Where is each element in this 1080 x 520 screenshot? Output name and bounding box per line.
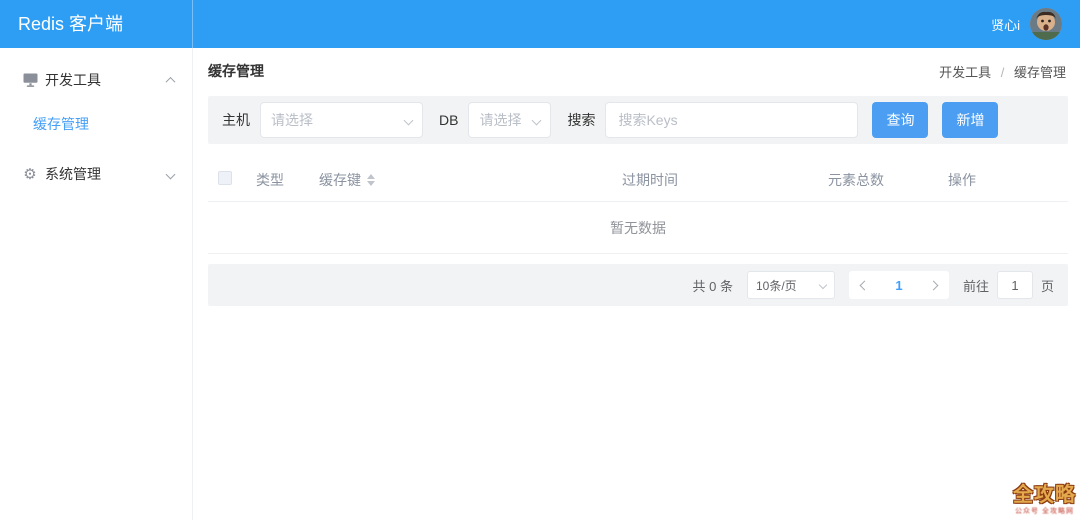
search-label: 搜索	[567, 112, 596, 128]
top-header: Redis 客户端 贤心i	[0, 0, 1080, 48]
db-select-placeholder: 请选择	[479, 112, 522, 128]
sidebar: 开发工具 缓存管理 ⚙ 系统管理	[0, 48, 193, 520]
page-size-select[interactable]: 10条/页	[746, 271, 835, 299]
gear-icon: ⚙	[23, 165, 37, 183]
breadcrumb-item[interactable]: 开发工具	[939, 65, 991, 80]
host-select-placeholder: 请选择	[271, 112, 313, 128]
column-header-type: 类型	[256, 171, 284, 188]
sidebar-group-system-management[interactable]: ⚙ 系统管理	[0, 154, 192, 194]
select-all-checkbox[interactable]	[218, 171, 232, 185]
next-page-icon[interactable]	[928, 280, 939, 290]
app-title: Redis 客户端	[0, 0, 193, 48]
page-title: 缓存管理	[208, 63, 264, 79]
goto-suffix: 页	[1040, 278, 1054, 294]
main-content: 缓存管理 开发工具 / 缓存管理 主机 请选择 DB 请选择 搜索 查询 新增	[194, 48, 1080, 520]
pager: 1	[848, 271, 949, 299]
goto-page: 前往 页	[963, 271, 1054, 299]
goto-label: 前往	[962, 278, 989, 294]
sidebar-group-dev-tools[interactable]: 开发工具	[0, 60, 192, 100]
chevron-down-icon	[403, 115, 414, 125]
column-header-element-count: 元素总数	[828, 171, 884, 188]
chevron-down-icon	[818, 280, 828, 290]
sort-icon[interactable]	[367, 173, 375, 186]
monitor-icon	[22, 72, 38, 88]
pagination-total: 共 0 条	[692, 278, 733, 294]
goto-page-input[interactable]	[996, 271, 1033, 299]
chevron-down-icon	[532, 115, 542, 125]
breadcrumb: 开发工具 / 缓存管理	[939, 62, 1066, 81]
empty-state: 暂无数据	[208, 202, 1068, 254]
filter-bar: 主机 请选择 DB 请选择 搜索 查询 新增	[208, 96, 1068, 144]
pagination-bar: 共 0 条 10条/页 1 前往 页	[208, 264, 1068, 306]
search-input[interactable]	[605, 102, 859, 138]
db-label: DB	[439, 112, 459, 128]
page-size-value: 10条/页	[755, 278, 797, 293]
column-header-operation: 操作	[948, 171, 976, 188]
add-button[interactable]: 新增	[942, 102, 999, 138]
host-label: 主机	[222, 112, 250, 128]
page-header: 缓存管理 开发工具 / 缓存管理	[194, 48, 1080, 94]
query-button[interactable]: 查询	[872, 102, 929, 138]
column-header-cache-key: 缓存键	[319, 171, 361, 188]
user-area[interactable]: 贤心i	[991, 8, 1080, 40]
column-header-expire-time: 过期时间	[622, 171, 678, 188]
current-page[interactable]: 1	[881, 278, 916, 293]
cache-table: 类型 缓存键 过期时间 元素总数 操作 暂无数据	[208, 158, 1068, 254]
app-window: Redis 客户端 贤心i 开发工具 缓存管理 ⚙ 系统管理 缓存管理 开发工具…	[0, 0, 1080, 520]
chevron-down-icon	[165, 169, 176, 179]
sidebar-group-label: 系统管理	[45, 166, 101, 182]
sidebar-group-label: 开发工具	[45, 72, 101, 88]
sidebar-item-cache-management[interactable]: 缓存管理	[0, 104, 192, 144]
db-select[interactable]: 请选择	[468, 102, 552, 138]
avatar[interactable]	[1030, 8, 1062, 40]
breadcrumb-item: 缓存管理	[1013, 64, 1066, 80]
table-header-row: 类型 缓存键 过期时间 元素总数 操作	[208, 158, 1068, 202]
breadcrumb-separator: /	[1000, 64, 1005, 80]
username[interactable]: 贤心i	[991, 15, 1020, 34]
host-select[interactable]: 请选择	[260, 102, 423, 138]
prev-page-icon[interactable]	[859, 280, 870, 290]
chevron-up-icon	[165, 76, 176, 87]
